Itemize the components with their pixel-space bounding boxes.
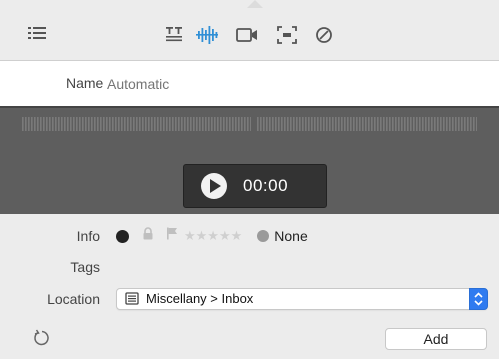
inbox-icon	[125, 292, 139, 310]
color-label-dot-icon[interactable]	[257, 230, 270, 242]
info-label: Info	[76, 228, 100, 244]
audio-player: 00:00	[0, 106, 499, 214]
name-row: Name	[0, 61, 499, 107]
text-format-icon[interactable]	[163, 25, 185, 45]
name-input[interactable]	[105, 71, 489, 97]
chevron-up-down-icon[interactable]	[469, 288, 488, 310]
color-label-text[interactable]: None	[274, 228, 307, 244]
list-icon[interactable]	[28, 26, 46, 45]
name-label: Name	[66, 75, 104, 91]
location-select[interactable]: Miscellany > Inbox	[116, 288, 488, 310]
toolbar	[0, 8, 499, 61]
refresh-icon[interactable]	[33, 329, 51, 352]
screen-capture-icon[interactable]	[276, 25, 298, 45]
tags-label: Tags	[70, 259, 100, 275]
flag-icon[interactable]	[166, 227, 178, 245]
unread-dot-icon[interactable]	[116, 229, 129, 243]
info-controls: ★★★★★ None	[116, 227, 308, 245]
play-icon	[210, 179, 221, 193]
time-display: 00:00	[243, 176, 289, 195]
play-button[interactable]	[201, 173, 227, 199]
rating-stars[interactable]: ★★★★★	[184, 228, 242, 244]
add-button[interactable]: Add	[385, 328, 487, 350]
lock-icon[interactable]	[142, 227, 154, 245]
audio-waveform-icon[interactable]	[196, 25, 218, 45]
blocked-icon[interactable]	[313, 25, 335, 45]
video-camera-icon[interactable]	[236, 25, 258, 45]
waveform-right	[257, 117, 477, 131]
waveform-left	[22, 117, 251, 131]
location-label: Location	[47, 291, 100, 307]
player-controls: 00:00	[183, 164, 327, 208]
location-value: Miscellany > Inbox	[146, 291, 254, 306]
